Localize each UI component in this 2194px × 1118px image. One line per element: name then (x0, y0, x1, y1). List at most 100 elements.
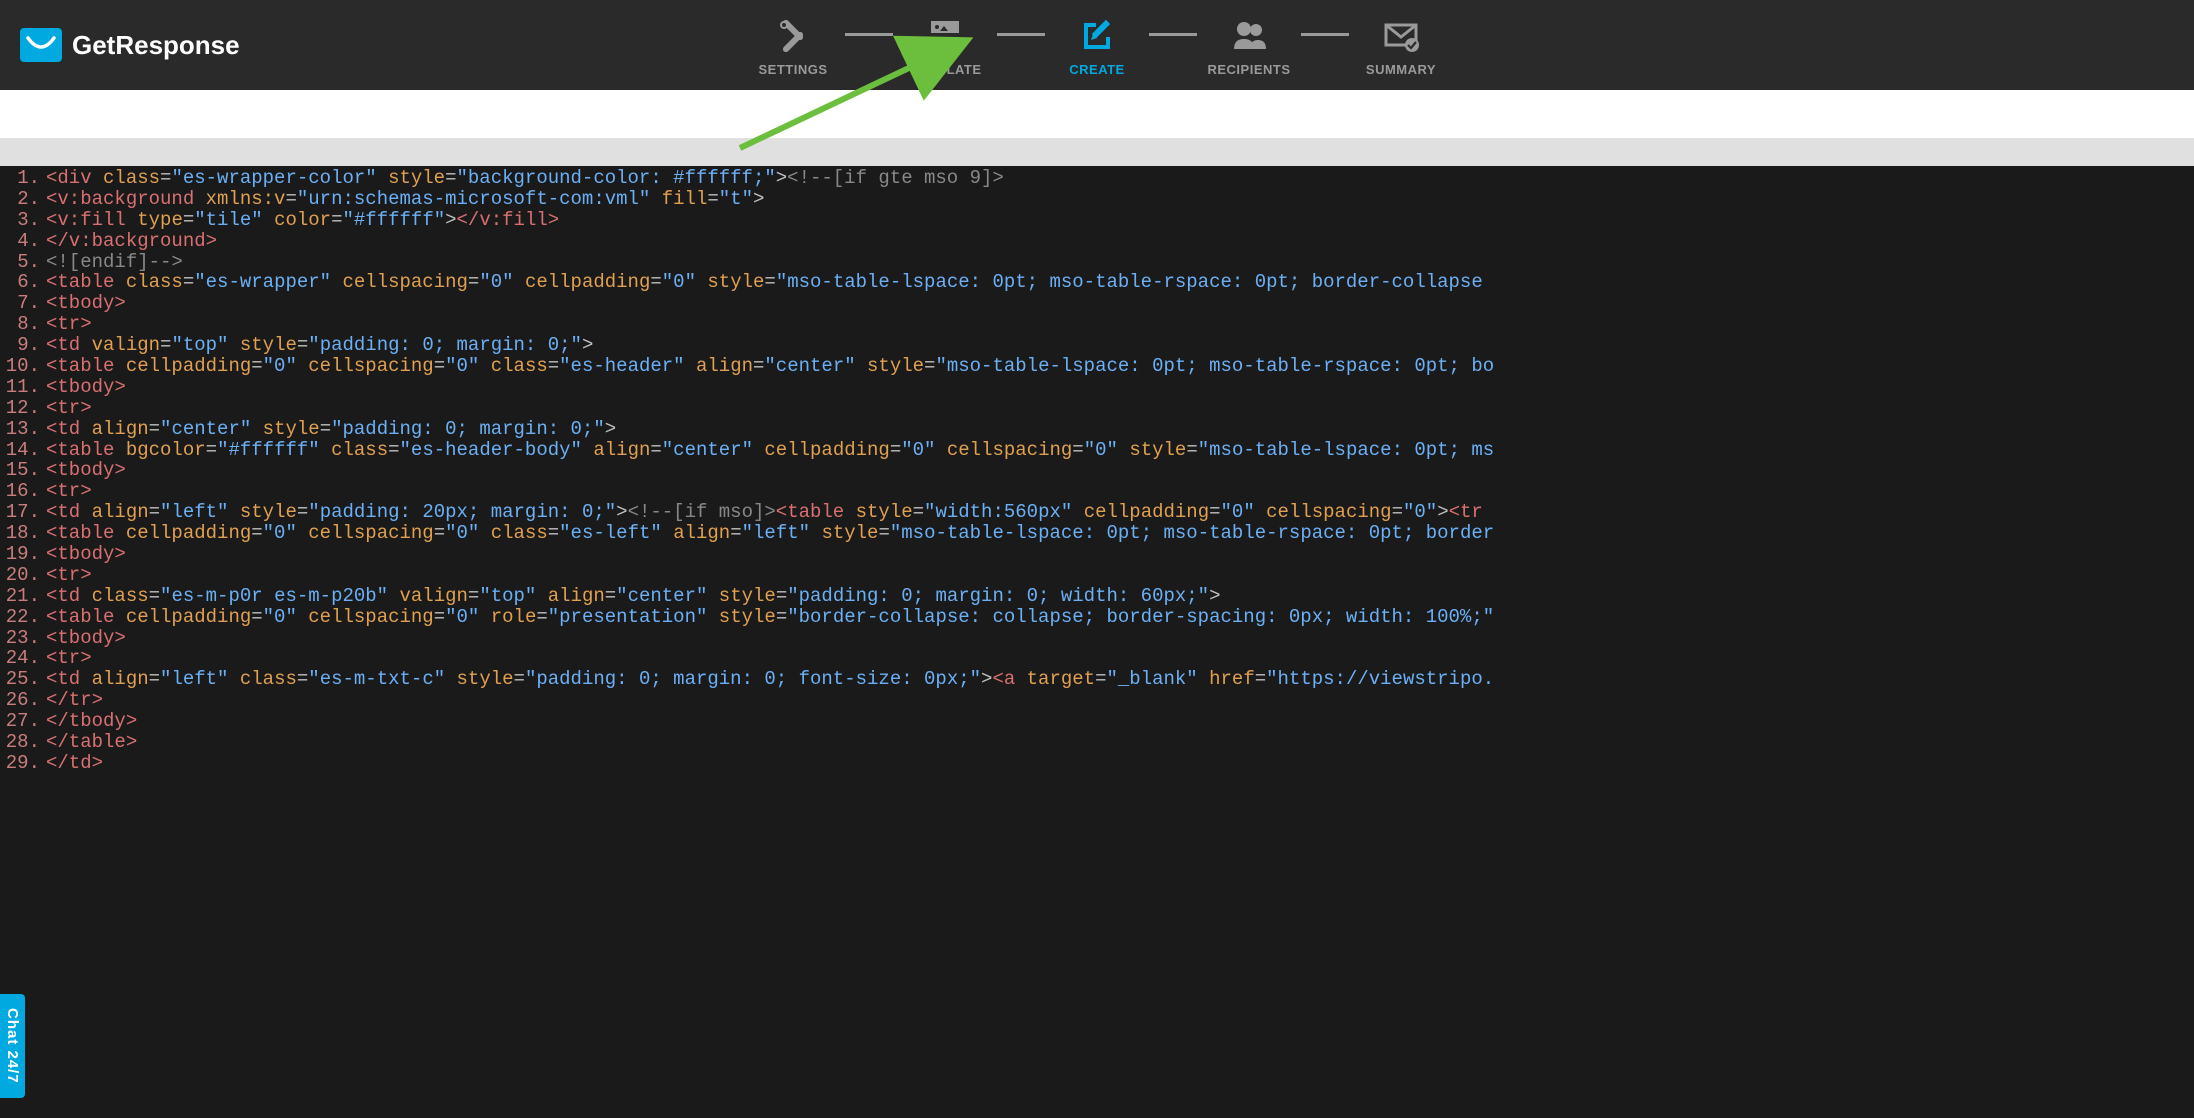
line-number: 23. (0, 628, 44, 649)
line-number: 22. (0, 607, 44, 628)
code-line[interactable]: 25.<td align="left" class="es-m-txt-c" s… (0, 669, 2194, 690)
line-number: 20. (0, 565, 44, 586)
code-content[interactable]: <td class="es-m-p0r es-m-p20b" valign="t… (44, 586, 1221, 607)
code-line[interactable]: 1.<div class="es-wrapper-color" style="b… (0, 168, 2194, 189)
line-number: 26. (0, 690, 44, 711)
line-number: 10. (0, 356, 44, 377)
code-content[interactable]: <![endif]--> (44, 252, 183, 273)
code-line[interactable]: 24.<tr> (0, 648, 2194, 669)
code-line[interactable]: 20.<tr> (0, 565, 2194, 586)
html-source-editor[interactable]: 1.<div class="es-wrapper-color" style="b… (0, 166, 2194, 774)
line-number: 25. (0, 669, 44, 690)
code-content[interactable]: </v:background> (44, 231, 217, 252)
code-line[interactable]: 8.<tr> (0, 314, 2194, 335)
code-content[interactable]: <div class="es-wrapper-color" style="bac… (44, 168, 1004, 189)
template-icon (923, 14, 967, 58)
code-content[interactable]: <tr> (44, 481, 92, 502)
line-number: 21. (0, 586, 44, 607)
code-line[interactable]: 3. <v:fill type="tile" color="#ffffff"><… (0, 210, 2194, 231)
step-label: SUMMARY (1366, 62, 1436, 77)
gray-band (0, 138, 2194, 166)
code-line[interactable]: 14.<table bgcolor="#ffffff" class="es-he… (0, 440, 2194, 461)
step-connector (1149, 33, 1197, 36)
line-number: 15. (0, 460, 44, 481)
line-number: 4. (0, 231, 44, 252)
line-number: 13. (0, 419, 44, 440)
line-number: 19. (0, 544, 44, 565)
step-label: CREATE (1069, 62, 1124, 77)
code-line[interactable]: 13.<td align="center" style="padding: 0;… (0, 419, 2194, 440)
code-content[interactable]: </table> (44, 732, 137, 753)
code-content[interactable]: <tr> (44, 398, 92, 419)
code-content[interactable]: <table cellpadding="0" cellspacing="0" c… (44, 523, 1494, 544)
code-line[interactable]: 21.<td class="es-m-p0r es-m-p20b" valign… (0, 586, 2194, 607)
step-recipients[interactable]: RECIPIENTS (1199, 14, 1299, 77)
code-content[interactable]: <table bgcolor="#ffffff" class="es-heade… (44, 440, 1494, 461)
code-line[interactable]: 9.<td valign="top" style="padding: 0; ma… (0, 335, 2194, 356)
line-number: 2. (0, 189, 44, 210)
step-create[interactable]: CREATE (1047, 14, 1147, 77)
line-number: 6. (0, 272, 44, 293)
brand-name: GetResponse (72, 30, 240, 61)
code-content[interactable]: <tr> (44, 648, 92, 669)
code-content[interactable]: <tr> (44, 565, 92, 586)
code-line[interactable]: 18.<table cellpadding="0" cellspacing="0… (0, 523, 2194, 544)
code-line[interactable]: 11.<tbody> (0, 377, 2194, 398)
code-line[interactable]: 5. <![endif]--> (0, 252, 2194, 273)
code-content[interactable]: <v:background xmlns:v="urn:schemas-micro… (44, 189, 764, 210)
code-content[interactable]: <tbody> (44, 628, 126, 649)
code-content[interactable]: <tbody> (44, 293, 126, 314)
code-line[interactable]: 6.<table class="es-wrapper" cellspacing=… (0, 272, 2194, 293)
code-content[interactable]: </tbody> (44, 711, 137, 732)
code-line[interactable]: 4. </v:background> (0, 231, 2194, 252)
code-line[interactable]: 2. <v:background xmlns:v="urn:schemas-mi… (0, 189, 2194, 210)
chat-tab[interactable]: Chat 24/7 (0, 994, 25, 1098)
step-template[interactable]: TEMPLATE (895, 14, 995, 77)
code-content[interactable]: <table class="es-wrapper" cellspacing="0… (44, 272, 1483, 293)
code-line[interactable]: 12.<tr> (0, 398, 2194, 419)
code-content[interactable]: <tbody> (44, 377, 126, 398)
line-number: 29. (0, 753, 44, 774)
recipients-icon (1227, 14, 1271, 58)
brand-logo[interactable]: GetResponse (20, 28, 240, 62)
step-connector (1301, 33, 1349, 36)
code-content[interactable]: </td> (44, 753, 103, 774)
line-number: 24. (0, 648, 44, 669)
white-band (0, 90, 2194, 138)
step-summary[interactable]: SUMMARY (1351, 14, 1451, 77)
code-content[interactable]: <td align="center" style="padding: 0; ma… (44, 419, 616, 440)
code-content[interactable]: </tr> (44, 690, 103, 711)
line-number: 12. (0, 398, 44, 419)
code-content[interactable]: <td valign="top" style="padding: 0; marg… (44, 335, 593, 356)
wizard-steps: SETTINGS TEMPLATE (743, 14, 1451, 77)
code-line[interactable]: 10.<table cellpadding="0" cellspacing="0… (0, 356, 2194, 377)
code-line[interactable]: 7.<tbody> (0, 293, 2194, 314)
code-line[interactable]: 27.</tbody> (0, 711, 2194, 732)
line-number: 27. (0, 711, 44, 732)
line-number: 14. (0, 440, 44, 461)
line-number: 11. (0, 377, 44, 398)
code-line[interactable]: 23.<tbody> (0, 628, 2194, 649)
step-connector (997, 33, 1045, 36)
step-connector (845, 33, 893, 36)
code-line[interactable]: 22.<table cellpadding="0" cellspacing="0… (0, 607, 2194, 628)
code-content[interactable]: <table cellpadding="0" cellspacing="0" c… (44, 356, 1494, 377)
code-content[interactable]: <tbody> (44, 544, 126, 565)
code-line[interactable]: 15.<tbody> (0, 460, 2194, 481)
code-line[interactable]: 19.<tbody> (0, 544, 2194, 565)
code-content[interactable]: <table cellpadding="0" cellspacing="0" r… (44, 607, 1494, 628)
code-line[interactable]: 29.</td> (0, 753, 2194, 774)
line-number: 1. (0, 168, 44, 189)
line-number: 16. (0, 481, 44, 502)
code-line[interactable]: 26.</tr> (0, 690, 2194, 711)
code-content[interactable]: <tbody> (44, 460, 126, 481)
code-line[interactable]: 28.</table> (0, 732, 2194, 753)
code-content[interactable]: <v:fill type="tile" color="#ffffff"></v:… (44, 210, 559, 231)
code-line[interactable]: 16.<tr> (0, 481, 2194, 502)
code-content[interactable]: <tr> (44, 314, 92, 335)
step-settings[interactable]: SETTINGS (743, 14, 843, 77)
line-number: 8. (0, 314, 44, 335)
code-content[interactable]: <td align="left" style="padding: 20px; m… (44, 502, 1483, 523)
code-line[interactable]: 17.<td align="left" style="padding: 20px… (0, 502, 2194, 523)
code-content[interactable]: <td align="left" class="es-m-txt-c" styl… (44, 669, 1494, 690)
